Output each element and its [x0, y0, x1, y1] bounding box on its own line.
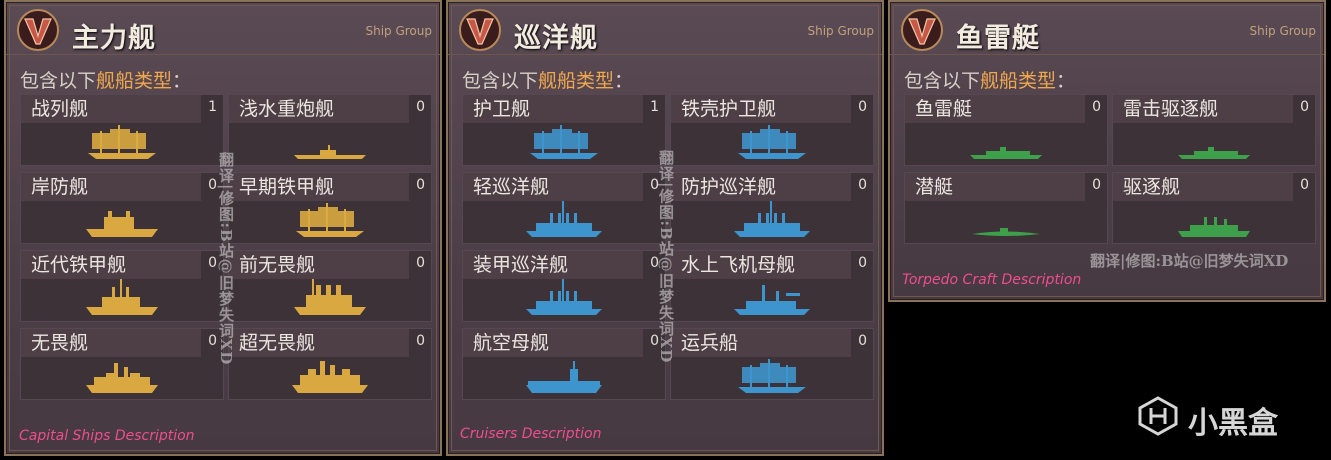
- contains-highlight: 舰船类型: [538, 70, 615, 92]
- ship-count: 0: [416, 255, 425, 271]
- ship-silhouette-icon: [734, 201, 810, 237]
- panel-title: 鱼雷艇: [956, 23, 1040, 54]
- ship-count: 0: [858, 177, 867, 193]
- divider: [6, 54, 440, 55]
- ship-silhouette-icon: [86, 279, 158, 315]
- ship-count: 0: [416, 333, 425, 349]
- ship-silhouette-icon: [738, 125, 806, 159]
- logo-text: 小黑盒: [1188, 406, 1278, 441]
- xiaoheihe-logo: 小黑盒: [1136, 396, 1278, 441]
- panel-header: 鱼雷艇 Ship Group: [898, 6, 1316, 54]
- watermark-vertical: 翻译|修图:B站@旧梦失词XD: [657, 150, 675, 364]
- victoria-emblem-icon: [17, 9, 59, 51]
- ship-type-card[interactable]: 战列舰 1: [20, 94, 224, 166]
- divider: [448, 54, 882, 55]
- panel-subtitle: Ship Group: [1249, 24, 1316, 38]
- ship-type-card[interactable]: 近代铁甲舰 0: [20, 250, 224, 322]
- panel-subtitle: Ship Group: [365, 24, 432, 38]
- ship-silhouette-icon: [1178, 217, 1250, 237]
- ship-type-card[interactable]: 装甲巡洋舰 0: [462, 250, 666, 322]
- panel-header: 巡洋舰 Ship Group: [456, 6, 874, 54]
- ship-silhouette-icon: [86, 363, 158, 393]
- ship-type-card[interactable]: 无畏舰 0: [20, 328, 224, 400]
- victoria-emblem-icon: [459, 9, 501, 51]
- ship-count: 1: [650, 99, 659, 115]
- ship-count: 0: [1300, 177, 1309, 193]
- ship-type-card[interactable]: 前无畏舰 0: [228, 250, 432, 322]
- ship-silhouette-icon: [972, 228, 1040, 236]
- ship-type-card[interactable]: 航空母舰 0: [462, 328, 666, 400]
- ship-silhouette-icon: [292, 361, 368, 393]
- ship-count: 1: [208, 99, 217, 115]
- ship-type-card[interactable]: 超无畏舰 0: [228, 328, 432, 400]
- ship-silhouette-icon: [970, 147, 1042, 159]
- ship-type-card[interactable]: 护卫舰 1: [462, 94, 666, 166]
- ship-count: 0: [1092, 99, 1101, 115]
- ship-silhouette-icon: [738, 359, 806, 393]
- panel-title: 主力舰: [72, 23, 156, 54]
- ship-type-card[interactable]: 运兵船 0: [670, 328, 874, 400]
- ship-count: 0: [1092, 177, 1101, 193]
- ship-type-card[interactable]: 岸防舰 0: [20, 172, 224, 244]
- ship-silhouette-icon: [734, 285, 810, 315]
- ship-silhouette-icon: [1178, 147, 1250, 159]
- watermark-horizontal: 翻译|修图:B站@旧梦失词XD: [1090, 252, 1289, 270]
- victoria-emblem-icon: [901, 9, 943, 51]
- group-description: Cruisers Description: [460, 426, 602, 442]
- ship-type-card[interactable]: 鱼雷艇 0: [904, 94, 1108, 166]
- ship-type-card[interactable]: 雷击驱逐舰 0: [1112, 94, 1316, 166]
- ship-silhouette-icon: [86, 211, 158, 237]
- contains-highlight: 舰船类型: [980, 70, 1057, 92]
- ship-count: 0: [416, 99, 425, 115]
- ship-type-card[interactable]: 早期铁甲舰 0: [228, 172, 432, 244]
- ship-type-card[interactable]: 铁壳护卫舰 0: [670, 94, 874, 166]
- ship-count: 0: [1300, 99, 1309, 115]
- ship-silhouette-icon: [294, 145, 366, 159]
- ship-type-card[interactable]: 防护巡洋舰 0: [670, 172, 874, 244]
- contains-label: 包含以下舰船类型：: [904, 70, 1076, 92]
- ship-silhouette-icon: [526, 361, 602, 393]
- ship-silhouette-icon: [530, 125, 598, 159]
- ship-type-card[interactable]: 水上飞机母舰 0: [670, 250, 874, 322]
- contains-label: 包含以下舰船类型：: [20, 70, 192, 92]
- ship-count: 0: [858, 99, 867, 115]
- ship-silhouette-icon: [294, 279, 366, 315]
- ship-silhouette-icon: [526, 279, 602, 315]
- panel-subtitle: Ship Group: [807, 24, 874, 38]
- ship-silhouette-icon: [296, 203, 364, 237]
- ship-count: 0: [858, 255, 867, 271]
- ship-type-card[interactable]: 驱逐舰 0: [1112, 172, 1316, 244]
- ship-type-card[interactable]: 轻巡洋舰 0: [462, 172, 666, 244]
- group-description: Torpedo Craft Description: [902, 272, 1082, 288]
- torpedo-craft-panel: 鱼雷艇 Ship Group 包含以下舰船类型： 鱼雷艇 0 雷击驱逐舰 0 潜艇 0 驱逐…: [888, 0, 1326, 302]
- contains-label: 包含以下舰船类型：: [462, 70, 634, 92]
- ship-type-card[interactable]: 浅水重炮舰 0: [228, 94, 432, 166]
- xiaoheihe-logo-icon: [1138, 396, 1178, 436]
- ship-silhouette-icon: [88, 125, 156, 159]
- ship-silhouette-icon: [526, 201, 602, 237]
- panel-title: 巡洋舰: [514, 23, 598, 54]
- watermark-vertical: 翻译|修图:B站@旧梦失词XD: [217, 152, 235, 366]
- group-description: Capital Ships Description: [19, 428, 195, 444]
- divider: [890, 54, 1324, 55]
- contains-highlight: 舰船类型: [96, 70, 173, 92]
- ship-count: 0: [858, 333, 867, 349]
- ship-count: 0: [416, 177, 425, 193]
- ship-type-card[interactable]: 潜艇 0: [904, 172, 1108, 244]
- panel-header: 主力舰 Ship Group: [14, 6, 432, 54]
